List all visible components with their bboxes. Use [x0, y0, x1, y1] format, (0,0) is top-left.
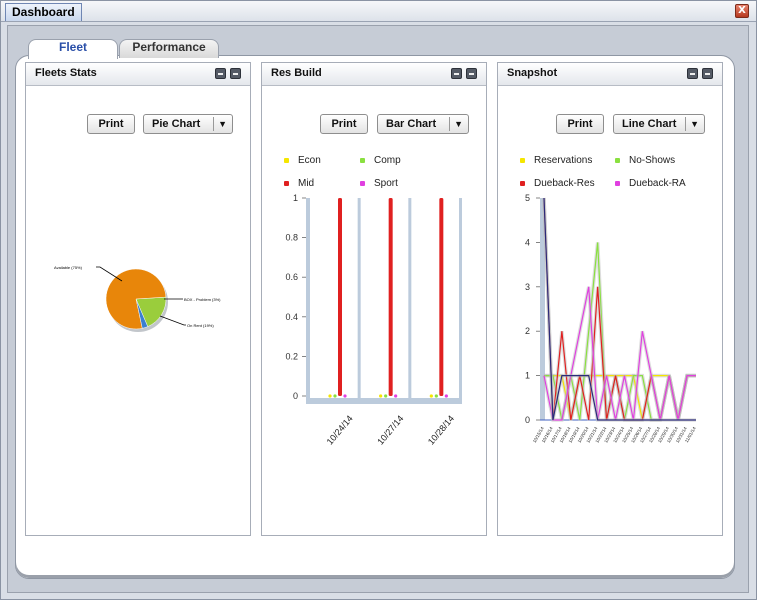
x-axis-band — [306, 398, 462, 404]
y-axis-band — [306, 198, 310, 404]
y-tick-label: 0.6 — [285, 272, 298, 282]
panel-header: Res Build — [262, 63, 486, 86]
group-separator — [408, 198, 412, 402]
y-tick-label: 0 — [525, 415, 530, 425]
y-tick-label: 1 — [525, 371, 530, 381]
y-tick-label: 3 — [525, 282, 530, 292]
minimize-icon[interactable] — [451, 68, 462, 79]
group-separator — [459, 198, 462, 402]
bar — [439, 198, 444, 396]
y-tick-label: 1 — [293, 193, 298, 203]
pie-chart: Available (75%) BOX - Problem (3%) On Rent… — [54, 265, 221, 332]
restore-icon[interactable] — [466, 68, 477, 79]
tab-performance[interactable]: Performance — [119, 39, 219, 58]
pie-label: Available (75%) — [54, 265, 83, 270]
chart-type-select[interactable]: Pie Chart ▼ — [143, 114, 233, 134]
x-tick-label: 10/28/14 — [426, 413, 456, 446]
panel-title: Snapshot — [507, 67, 558, 79]
legend-marker — [284, 181, 289, 186]
minimize-icon[interactable] — [687, 68, 698, 79]
bar — [379, 394, 383, 398]
y-tick-label: 2 — [525, 326, 530, 336]
panel-header: Fleets Stats — [26, 63, 250, 86]
bar — [338, 198, 342, 396]
print-button[interactable]: Print — [87, 114, 135, 134]
bar — [343, 394, 347, 398]
print-button[interactable]: Print — [556, 114, 604, 134]
bar — [434, 394, 438, 398]
chevron-down-icon: ▼ — [690, 119, 699, 129]
pie-leader-line — [96, 266, 123, 282]
bar — [429, 394, 433, 398]
pie-label: BOX - Problem (3%) — [184, 297, 221, 302]
bar — [384, 394, 388, 398]
y-tick-label: 5 — [525, 193, 530, 203]
pie-label: On Rent (19%) — [187, 323, 214, 328]
select-value: Line Chart — [622, 118, 677, 130]
x-tick-label: 10/27/14 — [375, 413, 405, 446]
print-button[interactable]: Print — [320, 114, 368, 134]
series-shadow — [542, 197, 696, 422]
bar — [328, 394, 332, 398]
y-tick-label: 0 — [293, 391, 298, 401]
title-bar: Dashboard X — [1, 1, 756, 22]
restore-icon[interactable] — [702, 68, 713, 79]
chart-type-select[interactable]: Bar Chart ▼ — [377, 114, 469, 134]
fleets-stats-panel: Fleets Stats Print Pie Chart ▼ Available… — [25, 62, 251, 536]
tab-fleet[interactable]: Fleet — [28, 39, 118, 59]
legend-label: No-Shows — [629, 155, 676, 166]
panel-title: Res Build — [271, 67, 322, 79]
line-chart: 01234510/15/1410/16/1410/17/1410/18/1410… — [525, 193, 697, 444]
chart-type-select[interactable]: Line Chart ▼ — [613, 114, 705, 134]
panel-title: Fleets Stats — [35, 67, 97, 79]
panel-header: Snapshot — [498, 63, 722, 86]
dashboard-window: Dashboard X Fleet Performance Fleets Sta… — [0, 0, 757, 600]
select-divider — [213, 117, 214, 131]
chevron-down-icon: ▼ — [218, 119, 227, 129]
pie-leader-line — [159, 315, 186, 326]
window-title: Dashboard — [5, 3, 82, 21]
bar — [394, 394, 398, 398]
select-divider — [449, 117, 450, 131]
bar — [388, 198, 393, 396]
legend-marker — [360, 158, 365, 163]
y-tick-label: 4 — [525, 237, 530, 247]
y-tick-label: 0.8 — [285, 233, 298, 243]
legend-marker — [520, 158, 525, 163]
select-divider — [685, 117, 686, 131]
legend-marker — [284, 158, 289, 163]
legend-label: Comp — [374, 155, 401, 166]
legend-marker — [615, 181, 620, 186]
chevron-down-icon: ▼ — [454, 119, 463, 129]
legend-marker — [360, 181, 365, 186]
legend-marker — [520, 181, 525, 186]
legend-label: Econ — [298, 155, 321, 166]
bar — [333, 394, 337, 398]
x-tick-label: 10/24/14 — [325, 413, 355, 446]
group-separator — [357, 198, 361, 402]
select-value: Pie Chart — [152, 118, 201, 130]
restore-icon[interactable] — [230, 68, 241, 79]
legend-marker — [615, 158, 620, 163]
minimize-icon[interactable] — [215, 68, 226, 79]
select-value: Bar Chart — [386, 118, 437, 130]
y-tick-label: 0.4 — [285, 312, 298, 322]
legend-label: Reservations — [534, 155, 593, 166]
y-tick-label: 0.2 — [285, 351, 298, 361]
res-build-panel: Res Build Print Bar Chart ▼ Econ Comp Mid S… — [261, 62, 487, 536]
close-icon[interactable]: X — [735, 4, 749, 18]
bar — [444, 394, 448, 398]
snapshot-panel: Snapshot Print Line Chart ▼ Reservations… — [497, 62, 723, 536]
bar-chart: 0 0.2 0.4 0.6 0.8 1 10/24/14 10/27/14 10/28/14 — [285, 193, 462, 447]
